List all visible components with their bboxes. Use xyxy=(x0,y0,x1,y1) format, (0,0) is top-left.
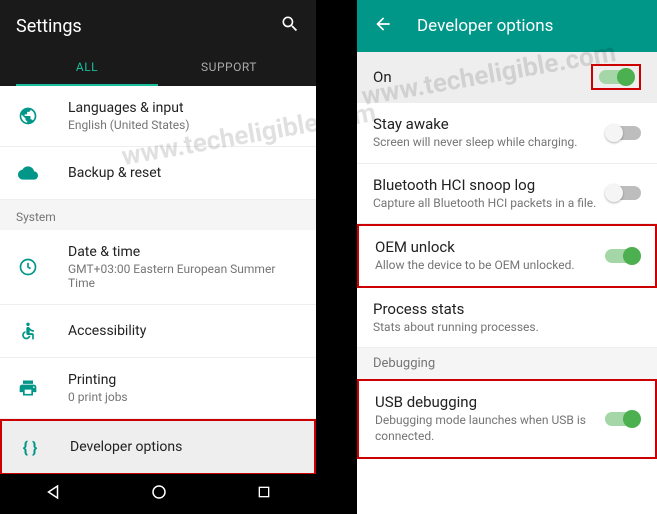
recent-icon[interactable] xyxy=(256,484,272,504)
item-sub: English (United States) xyxy=(68,118,300,132)
back-arrow-icon[interactable] xyxy=(373,14,393,38)
item-title: Process stats xyxy=(373,300,641,318)
item-languages[interactable]: Languages & input English (United States… xyxy=(0,86,316,147)
item-developer-options[interactable]: { } Developer options xyxy=(0,419,316,474)
accessibility-icon xyxy=(16,319,40,343)
settings-header: Settings ALL SUPPORT xyxy=(0,0,316,86)
item-backup[interactable]: Backup & reset xyxy=(0,147,316,200)
tab-all[interactable]: ALL xyxy=(16,50,158,86)
toggle-on[interactable] xyxy=(599,70,633,84)
item-printing[interactable]: Printing 0 print jobs xyxy=(0,358,316,419)
settings-title: Settings xyxy=(16,16,82,37)
dev-list: On Stay awake Screen will never sleep wh… xyxy=(357,52,657,514)
item-sub: Allow the device to be OEM unlocked. xyxy=(375,258,605,274)
settings-list: Languages & input English (United States… xyxy=(0,86,316,474)
item-title: Developer options xyxy=(70,439,298,455)
settings-screen: Settings ALL SUPPORT Languages & input E… xyxy=(0,0,316,514)
item-title: Backup & reset xyxy=(68,165,300,181)
item-title: Date & time xyxy=(68,244,300,260)
item-accessibility[interactable]: Accessibility xyxy=(0,305,316,358)
item-sub: Debugging mode launches when USB is conn… xyxy=(375,413,605,444)
back-icon[interactable] xyxy=(44,483,62,505)
search-icon[interactable] xyxy=(280,14,300,38)
dev-master-toggle[interactable]: On xyxy=(357,52,657,103)
section-system: System xyxy=(0,200,316,230)
item-sub: 0 print jobs xyxy=(68,390,300,404)
item-title: USB debugging xyxy=(375,393,605,411)
item-hci-snoop[interactable]: Bluetooth HCI snoop log Capture all Blue… xyxy=(357,164,657,225)
item-title: Languages & input xyxy=(68,100,300,116)
item-process-stats[interactable]: Process stats Stats about running proces… xyxy=(357,288,657,349)
item-datetime[interactable]: Date & time GMT+03:00 Eastern European S… xyxy=(0,230,316,305)
item-sub: Stats about running processes. xyxy=(373,320,641,336)
item-stay-awake[interactable]: Stay awake Screen will never sleep while… xyxy=(357,103,657,164)
tabs: ALL SUPPORT xyxy=(16,50,300,86)
toggle-stay-awake[interactable] xyxy=(607,126,641,140)
item-usb-debugging[interactable]: USB debugging Debugging mode launches wh… xyxy=(357,379,657,458)
on-label: On xyxy=(373,68,591,86)
dev-header: Developer options xyxy=(357,0,657,52)
globe-icon xyxy=(16,104,40,128)
item-sub: Screen will never sleep while charging. xyxy=(373,135,607,151)
toggle-usb[interactable] xyxy=(605,412,639,426)
item-sub: Capture all Bluetooth HCI packets in a f… xyxy=(373,196,607,212)
android-navbar xyxy=(0,474,316,514)
section-debugging: Debugging xyxy=(357,348,657,379)
cloud-icon xyxy=(16,161,40,185)
item-title: Accessibility xyxy=(68,323,300,339)
item-title: Stay awake xyxy=(373,115,607,133)
item-title: Bluetooth HCI snoop log xyxy=(373,176,607,194)
developer-options-screen: Developer options On Stay awake Screen w… xyxy=(357,0,657,514)
item-title: Printing xyxy=(68,372,300,388)
item-title: OEM unlock xyxy=(375,238,605,256)
toggle-hci[interactable] xyxy=(607,186,641,200)
item-oem-unlock[interactable]: OEM unlock Allow the device to be OEM un… xyxy=(357,224,657,288)
clock-icon xyxy=(16,255,40,279)
home-icon[interactable] xyxy=(150,483,168,505)
printer-icon xyxy=(16,376,40,400)
braces-icon: { } xyxy=(18,435,42,459)
item-sub: GMT+03:00 Eastern European Summer Time xyxy=(68,262,300,290)
dev-title: Developer options xyxy=(417,16,553,36)
tab-support[interactable]: SUPPORT xyxy=(158,50,300,86)
toggle-oem[interactable] xyxy=(605,249,639,263)
